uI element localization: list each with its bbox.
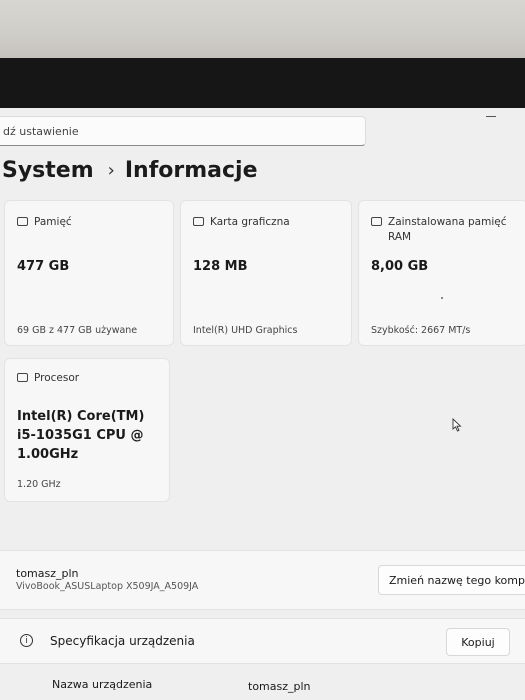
- ram-label: Zainstalowana pamięć RAM: [388, 216, 507, 243]
- device-name-row: tomasz_pln VivoBook_ASUSLaptop X509JA_A5…: [0, 550, 525, 610]
- device-specs-section[interactable]: i Specyfikacja urządzenia Kopiuj: [0, 618, 525, 664]
- breadcrumb: System › Informacje: [2, 158, 258, 183]
- processor-value: Intel(R) Core(TM) i5-1035G1 CPU @ 1.00GH…: [17, 409, 145, 462]
- rename-pc-button[interactable]: Zmień nazwę tego kompu: [378, 565, 525, 595]
- ram-value: 8,00 GB: [371, 259, 429, 274]
- storage-label: Pamięć: [34, 216, 72, 228]
- processor-card: Procesor Intel(R) Core(TM) i5-1035G1 CPU…: [4, 358, 170, 502]
- chevron-right-icon: ›: [107, 160, 115, 181]
- device-name-value: tomasz_pln: [248, 680, 311, 693]
- ram-speed: Szybkość: 2667 MT/s: [371, 325, 471, 336]
- background-wall: [0, 0, 525, 58]
- search-settings-box[interactable]: [0, 116, 366, 146]
- search-input[interactable]: [0, 117, 365, 145]
- graphics-card-card: Karta graficzna 128 MB Intel(R) UHD Grap…: [180, 200, 352, 346]
- graphics-card-label: Karta graficzna: [210, 216, 290, 228]
- storage-value: 477 GB: [17, 259, 70, 274]
- processor-label: Procesor: [34, 372, 80, 384]
- copy-button[interactable]: Kopiuj: [446, 628, 510, 656]
- info-icon: i: [20, 634, 33, 647]
- device-user-name: tomasz_pln: [16, 567, 79, 580]
- storage-icon: [17, 217, 28, 226]
- mouse-cursor-icon: [452, 418, 462, 432]
- processor-icon: [17, 373, 28, 382]
- ram-card: Zainstalowana pamięć RAM 8,00 GB Szybkoś…: [358, 200, 525, 346]
- screen-speck: [441, 297, 443, 299]
- page-title: Informacje: [124, 158, 258, 183]
- breadcrumb-system[interactable]: System: [2, 158, 94, 183]
- graphics-card-value: 128 MB: [193, 259, 248, 274]
- device-model: VivoBook_ASUSLaptop X509JA_A509JA: [16, 581, 199, 592]
- storage-usage: 69 GB z 477 GB używane: [17, 325, 138, 336]
- device-name-label: Nazwa urządzenia: [52, 678, 153, 691]
- ram-icon: [371, 217, 382, 226]
- screen-bezel: [0, 58, 525, 108]
- device-specs-title: Specyfikacja urządzenia: [50, 634, 195, 648]
- graphics-card-name: Intel(R) UHD Graphics: [193, 325, 298, 336]
- storage-card: Pamięć 477 GB 69 GB z 477 GB używane: [4, 200, 174, 346]
- settings-window: System › Informacje Pamięć 477 GB 69 GB …: [0, 108, 525, 700]
- graphics-card-icon: [193, 217, 204, 226]
- processor-speed: 1.20 GHz: [17, 479, 61, 490]
- minimize-button[interactable]: [486, 116, 496, 117]
